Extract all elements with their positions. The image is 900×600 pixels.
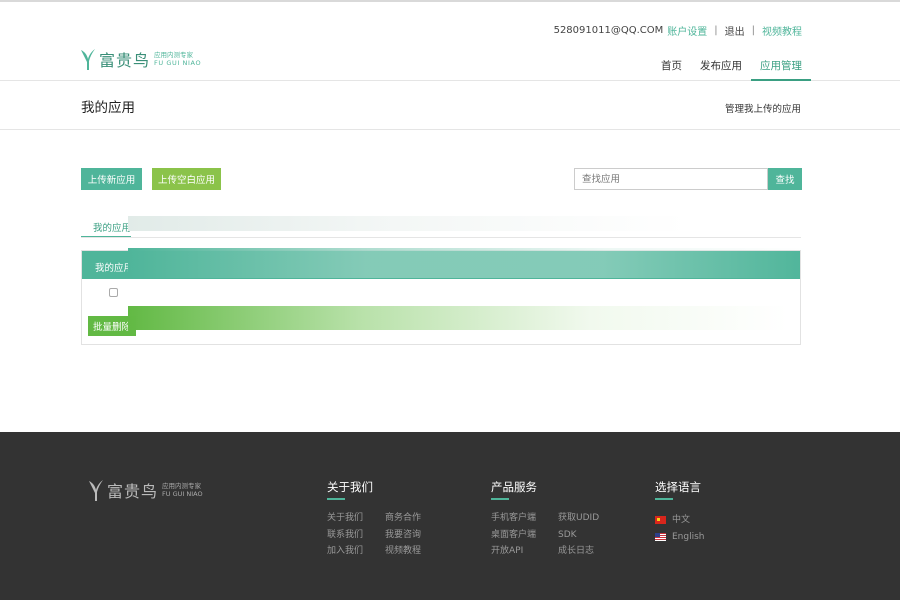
account-settings-link[interactable]: 账户设置 bbox=[667, 23, 707, 38]
logout-link[interactable]: 退出 bbox=[725, 23, 745, 38]
logo-tagline-en: FU GUI NIAO bbox=[154, 59, 202, 67]
footer-link-changelog[interactable]: 成长日志 bbox=[558, 545, 599, 558]
select-all-checkbox[interactable] bbox=[109, 288, 118, 297]
search-input[interactable] bbox=[574, 168, 768, 190]
nav-home[interactable]: 首页 bbox=[652, 50, 691, 81]
site-header: 528091011@QQ.COM 账户设置 | 退出 | 视频教程 富贵鸟 应用… bbox=[0, 2, 900, 81]
upload-new-app-button[interactable]: 上传新应用 bbox=[81, 168, 142, 190]
nav-app-management[interactable]: 应用管理 bbox=[751, 50, 811, 81]
bird-logo-icon bbox=[81, 49, 95, 70]
language-label: English bbox=[672, 531, 705, 542]
logo-tagline: 应用内测专家 FU GUI NIAO bbox=[154, 51, 201, 67]
upload-blank-app-button[interactable]: 上传空白应用 bbox=[152, 168, 221, 190]
site-footer: 富贵鸟 应用内测专家 FU GUI NIAO 关于我们 关于我们 商务合作 联系… bbox=[0, 432, 900, 600]
footer-logo-tagline: 应用内测专家 FU GUI NIAO bbox=[162, 482, 203, 498]
language-option-chinese[interactable]: 中文 bbox=[655, 512, 705, 529]
logo-name: 富贵鸟 bbox=[99, 51, 151, 70]
us-flag-icon bbox=[655, 532, 666, 541]
separator: | bbox=[751, 25, 755, 36]
video-tutorial-link[interactable]: 视频教程 bbox=[762, 23, 802, 38]
footer-link-open-api[interactable]: 开放API bbox=[491, 545, 536, 558]
footer-language-column: 选择语言 中文 English bbox=[655, 479, 705, 545]
footer-products-column: 产品服务 手机客户端 获取UDID 桌面客户端 SDK 开放API 成长日志 bbox=[491, 479, 599, 558]
footer-link-business[interactable]: 商务合作 bbox=[385, 512, 421, 525]
apps-panel: 我的应用 批量删除 bbox=[81, 250, 801, 345]
footer-about-title: 关于我们 bbox=[327, 479, 421, 500]
account-links: 528091011@QQ.COM 账户设置 | 退出 | 视频教程 bbox=[554, 23, 802, 38]
footer-products-title: 产品服务 bbox=[491, 479, 599, 500]
footer-link-video[interactable]: 视频教程 bbox=[385, 545, 421, 558]
separator: | bbox=[714, 25, 718, 36]
logo-tagline-cn: 应用内测专家 bbox=[154, 51, 194, 59]
footer-link-get-udid[interactable]: 获取UDID bbox=[558, 512, 599, 525]
main-nav: 首页 发布应用 应用管理 bbox=[652, 50, 811, 81]
footer-about-column: 关于我们 关于我们 商务合作 联系我们 我要咨询 加入我们 视频教程 bbox=[327, 479, 421, 558]
footer-logo-name: 富贵鸟 bbox=[107, 482, 159, 501]
site-logo[interactable]: 富贵鸟 应用内测专家 FU GUI NIAO bbox=[80, 47, 201, 71]
language-label: 中文 bbox=[672, 515, 691, 525]
footer-link-consult[interactable]: 我要咨询 bbox=[385, 529, 421, 542]
batch-delete-button[interactable]: 批量删除 bbox=[88, 316, 136, 336]
china-flag-icon bbox=[655, 516, 666, 525]
page-title: 我的应用 bbox=[81, 100, 135, 116]
footer-language-title: 选择语言 bbox=[655, 479, 705, 500]
footer-logo-tagline-en: FU GUI NIAO bbox=[162, 490, 203, 498]
page-description: 管理我上传的应用 bbox=[724, 104, 801, 115]
bird-logo-icon bbox=[89, 480, 103, 501]
footer-link-mobile-client[interactable]: 手机客户端 bbox=[491, 512, 536, 525]
account-email: 528091011@QQ.COM bbox=[553, 25, 664, 36]
language-option-english[interactable]: English bbox=[655, 529, 705, 546]
footer-link-join[interactable]: 加入我们 bbox=[327, 545, 363, 558]
page-titlebar: 我的应用 管理我上传的应用 bbox=[0, 81, 900, 129]
footer-link-sdk[interactable]: SDK bbox=[558, 529, 599, 542]
select-all-row bbox=[82, 279, 800, 307]
nav-publish[interactable]: 发布应用 bbox=[691, 50, 751, 81]
search-button[interactable]: 查找 bbox=[768, 168, 802, 190]
footer-logo: 富贵鸟 应用内测专家 FU GUI NIAO bbox=[88, 478, 203, 502]
footer-link-desktop-client[interactable]: 桌面客户端 bbox=[491, 529, 536, 542]
panel-header: 我的应用 bbox=[82, 251, 800, 279]
tab-underline bbox=[81, 237, 801, 238]
main-content: 上传新应用 上传空白应用 查找 我的应用 我的应用 批量删除 bbox=[0, 130, 900, 433]
footer-logo-tagline-cn: 应用内测专家 bbox=[162, 482, 202, 490]
tab-my-apps[interactable]: 我的应用 bbox=[81, 217, 131, 238]
footer-link-contact[interactable]: 联系我们 bbox=[327, 529, 363, 542]
search-bar: 查找 bbox=[574, 168, 802, 190]
footer-link-about[interactable]: 关于我们 bbox=[327, 512, 363, 525]
